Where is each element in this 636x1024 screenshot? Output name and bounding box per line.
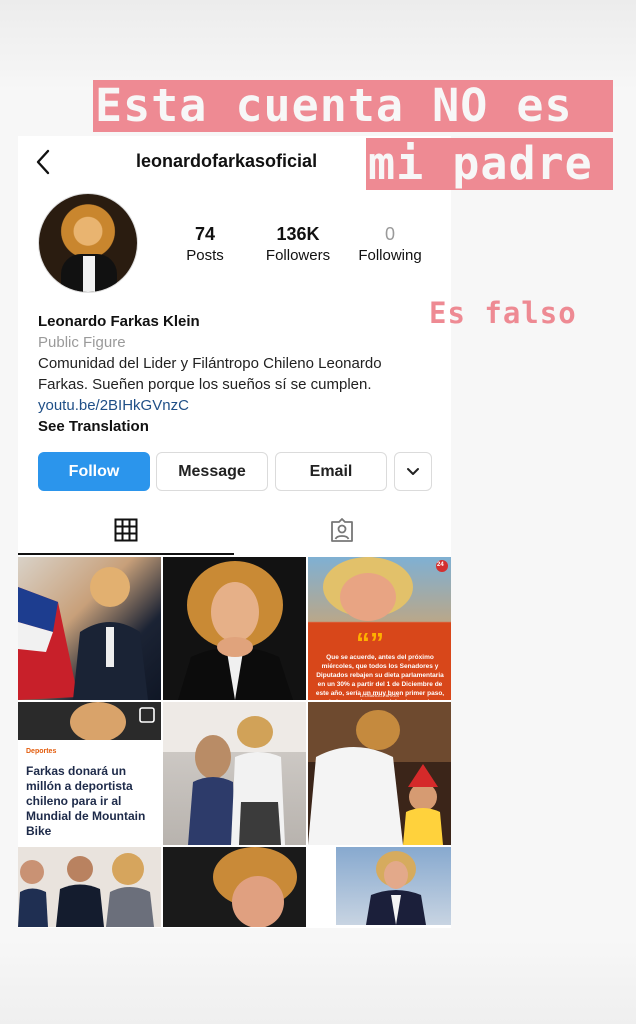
see-translation-link[interactable]: See Translation — [38, 416, 438, 437]
post-thumbnail-1[interactable] — [18, 557, 161, 700]
quote-badge: 24 — [437, 562, 444, 568]
follow-button[interactable]: Follow — [38, 452, 150, 491]
email-button[interactable]: Email — [275, 452, 387, 491]
bio-line-1: Comunidad del Lider y Filántropo Chileno… — [38, 355, 382, 372]
story-background: leonardofarkasoficial 74 Posts 136K Foll… — [0, 0, 636, 1024]
tagged-person-icon — [331, 518, 353, 542]
chile-flag-photo — [18, 567, 148, 700]
post-thumbnail-3-quote[interactable]: “” Que se acuerde, antes del próximo mié… — [308, 557, 451, 700]
quote-card: “” Que se acuerde, antes del próximo mié… — [308, 557, 451, 700]
news-tag: Deportes — [26, 748, 57, 755]
followers-count: 136K — [276, 224, 320, 244]
profile-category: Public Figure — [38, 334, 126, 351]
posts-count: 74 — [194, 224, 216, 244]
post-thumbnail-4-news[interactable]: Deportes Farkas donará un millón a depor… — [18, 702, 161, 848]
post-thumbnail-9[interactable] — [336, 847, 451, 925]
grid-icon — [114, 518, 138, 542]
posts-label: Posts — [186, 247, 224, 264]
profile-name: Leonardo Farkas Klein — [38, 313, 200, 330]
overlay-text-line-2: mi padre — [366, 138, 613, 190]
followers-label: Followers — [265, 247, 331, 264]
tab-grid[interactable] — [18, 506, 234, 554]
bio-line-2: Farkas. Sueñen porque los sueños sí se c… — [38, 376, 372, 393]
news-card: Deportes Farkas donará un millón a depor… — [18, 740, 161, 848]
followers-stat[interactable]: 136K Followers — [258, 224, 338, 264]
active-tab-indicator — [18, 553, 234, 555]
post-thumbnail-5[interactable] — [163, 702, 306, 845]
posts-grid: “” Que se acuerde, antes del próximo mié… — [18, 557, 451, 928]
post-thumbnail-6[interactable] — [308, 702, 451, 845]
tuxedo-photo — [366, 851, 426, 925]
post-thumbnail-2[interactable] — [163, 557, 306, 700]
following-label: Following — [358, 247, 422, 264]
profile-bio: Leonardo Farkas Klein Public Figure Comu… — [38, 311, 438, 437]
following-stat[interactable]: 0 Following — [350, 224, 430, 264]
tab-tagged[interactable] — [234, 506, 450, 554]
quote-author: LEONARDO FARKAS — [359, 693, 400, 698]
profile-username: leonardofarkasoficial — [136, 151, 318, 171]
bio-link[interactable]: youtu.be/2BIHkGVnzC — [38, 395, 438, 416]
profile-screenshot: leonardofarkasoficial 74 Posts 136K Foll… — [18, 136, 451, 928]
profile-tabs — [18, 506, 451, 556]
portrait-photo — [178, 561, 293, 700]
couple-photo — [163, 702, 306, 845]
closeup-photo — [213, 847, 297, 927]
chevron-down-icon — [407, 468, 419, 475]
news-title: Farkas donará un millón a deportista chi… — [26, 764, 146, 838]
overlay-text-small: Es falso — [429, 296, 577, 330]
posts-stat[interactable]: 74 Posts — [180, 224, 230, 264]
post-thumbnail-7[interactable] — [18, 847, 161, 927]
back-arrow-icon[interactable] — [32, 148, 54, 176]
group-photo — [18, 853, 154, 927]
message-button[interactable]: Message — [156, 452, 268, 491]
post-thumbnail-8[interactable] — [163, 847, 306, 927]
news-header-photo — [18, 702, 161, 740]
following-count: 0 — [384, 224, 395, 244]
overlay-text-line-1: Esta cuenta NO es — [93, 80, 613, 132]
avatar[interactable] — [38, 193, 138, 293]
suggested-dropdown-button[interactable] — [394, 452, 432, 491]
child-photo — [308, 702, 451, 845]
